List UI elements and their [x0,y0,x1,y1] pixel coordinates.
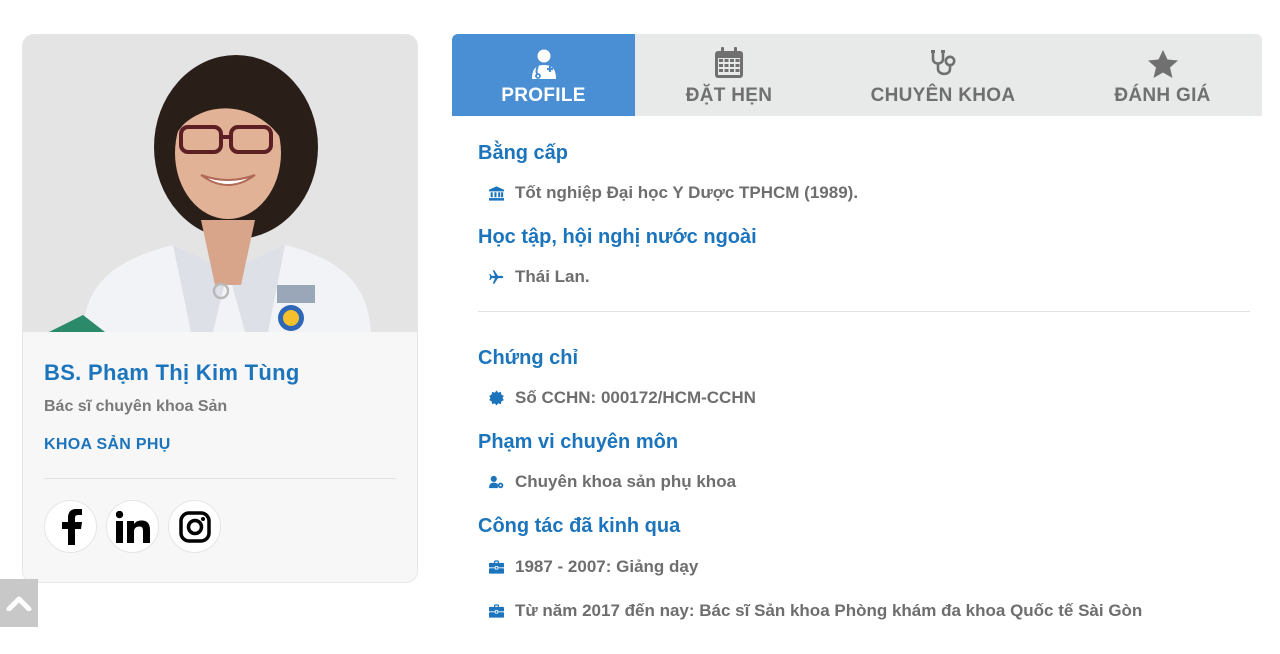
chevron-up-icon [6,596,32,611]
instagram-button[interactable] [168,500,221,553]
tab-profile[interactable]: PROFILE [452,34,635,116]
plane-icon [489,270,504,284]
star-icon [1147,50,1178,78]
briefcase-icon [489,604,504,618]
social-links [44,500,396,553]
list-item: Chuyên khoa sản phụ khoa [478,471,1250,493]
linkedin-icon [115,510,150,543]
briefcase-icon [489,560,504,574]
user-doctor-icon [531,49,556,79]
tab-chuyen-khoa-label: CHUYÊN KHOA [870,85,1016,106]
doctor-photo [23,35,417,332]
stethoscope-icon [931,50,956,76]
profile-tabs: PROFILE ĐẶT HẸN CHUYÊN KHOA ĐÁNH GIÁ [452,34,1262,116]
tab-danh-gia-label: ĐÁNH GIÁ [1114,85,1211,106]
doctor-name: BS. Phạm Thị Kim Tùng [44,360,300,385]
doctor-title: Bác sĩ chuyên khoa Sản [44,398,228,415]
facebook-button[interactable] [44,500,97,553]
tab-danh-gia[interactable]: ĐÁNH GIÁ [1063,34,1262,116]
list-item: Thái Lan. [478,266,1250,288]
list-item: Số CCHN: 000172/HCM-CCHN [478,387,1250,409]
list-item: Tốt nghiệp Đại học Y Dược TPHCM (1989). [478,182,1250,204]
linkedin-button[interactable] [106,500,159,553]
scroll-to-top-button[interactable] [0,579,38,627]
section-title-cong-tac: Công tác đã kinh qua [478,515,681,537]
tab-profile-label: PROFILE [501,85,586,106]
list-item: Từ năm 2017 đến nay: Bác sĩ Sản khoa Phò… [478,600,1250,622]
section-title-bang-cap: Bằng cấp [478,142,569,164]
university-icon [489,185,504,201]
facebook-icon [61,508,82,545]
user-cog-icon [489,475,504,489]
list-item: 1987 - 2007: Giảng dạy [478,556,1250,578]
section-title-pham-vi: Phạm vi chuyên môn [478,431,679,453]
tab-dat-hen-label: ĐẶT HẸN [685,85,773,106]
doctor-portrait-image [23,35,417,332]
instagram-icon [178,510,211,543]
doctor-card: BS. Phạm Thị Kim Tùng Bác sĩ chuyên khoa… [22,34,418,583]
calendar-icon [715,47,743,78]
section-title-chung-chi: Chứng chỉ [478,347,579,369]
profile-content: Bằng cấp Tốt nghiệp Đại học Y Dược TPHCM… [478,140,1250,622]
doctor-department-link[interactable]: KHOA SẢN PHỤ [44,436,396,454]
certificate-icon [489,390,504,406]
tab-dat-hen[interactable]: ĐẶT HẸN [635,34,823,116]
section-title-hoc-tap: Học tập, hội nghị nước ngoài [478,226,757,248]
tab-chuyen-khoa[interactable]: CHUYÊN KHOA [823,34,1063,116]
card-divider [44,478,396,479]
section-divider [478,311,1250,312]
